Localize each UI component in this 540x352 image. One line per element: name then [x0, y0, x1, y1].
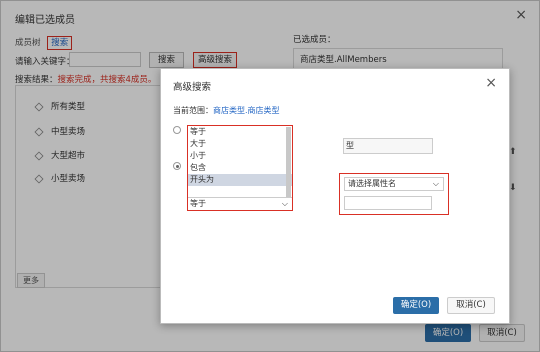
radio-option-2[interactable]: [173, 162, 181, 170]
operator-option[interactable]: 等于: [188, 126, 292, 138]
scope-value: 商店类型.商店类型: [213, 106, 280, 115]
attribute-value-input[interactable]: [344, 196, 432, 210]
advanced-ok-button[interactable]: 确定(O): [393, 297, 439, 314]
scope-label: 当前范围：: [173, 106, 213, 115]
chevron-down-icon: ⌵: [432, 179, 439, 188]
attribute-group: 请选择属性名 ⌵: [339, 173, 449, 215]
attribute-select[interactable]: 请选择属性名 ⌵: [344, 177, 444, 191]
advanced-dialog-title: 高级搜索: [173, 82, 212, 93]
scrollbar[interactable]: [286, 127, 291, 197]
operator-dropdown-list[interactable]: 等于 大于 小于 包含 开头为 等于 ⌵: [187, 125, 293, 211]
current-scope: 当前范围：商店类型.商店类型: [173, 105, 280, 116]
operator-option[interactable]: 包含: [188, 162, 292, 174]
operator-selected-value: 等于: [190, 199, 206, 208]
radio-option-1[interactable]: [173, 126, 181, 134]
advanced-search-dialog: 高级搜索 × 当前范围：商店类型.商店类型 等于 大于 小于 包含 开头为 等于…: [160, 68, 510, 324]
advanced-cancel-button[interactable]: 取消(C): [447, 297, 495, 314]
chevron-down-icon: ⌵: [281, 199, 288, 208]
operator-option[interactable]: 开头为: [188, 174, 292, 186]
value-field[interactable]: 型: [343, 138, 433, 154]
operator-select[interactable]: 等于 ⌵: [188, 197, 292, 210]
close-icon[interactable]: ×: [485, 75, 497, 91]
attribute-placeholder: 请选择属性名: [348, 179, 396, 188]
operator-option[interactable]: 大于: [188, 138, 292, 150]
operator-option[interactable]: 小于: [188, 150, 292, 162]
